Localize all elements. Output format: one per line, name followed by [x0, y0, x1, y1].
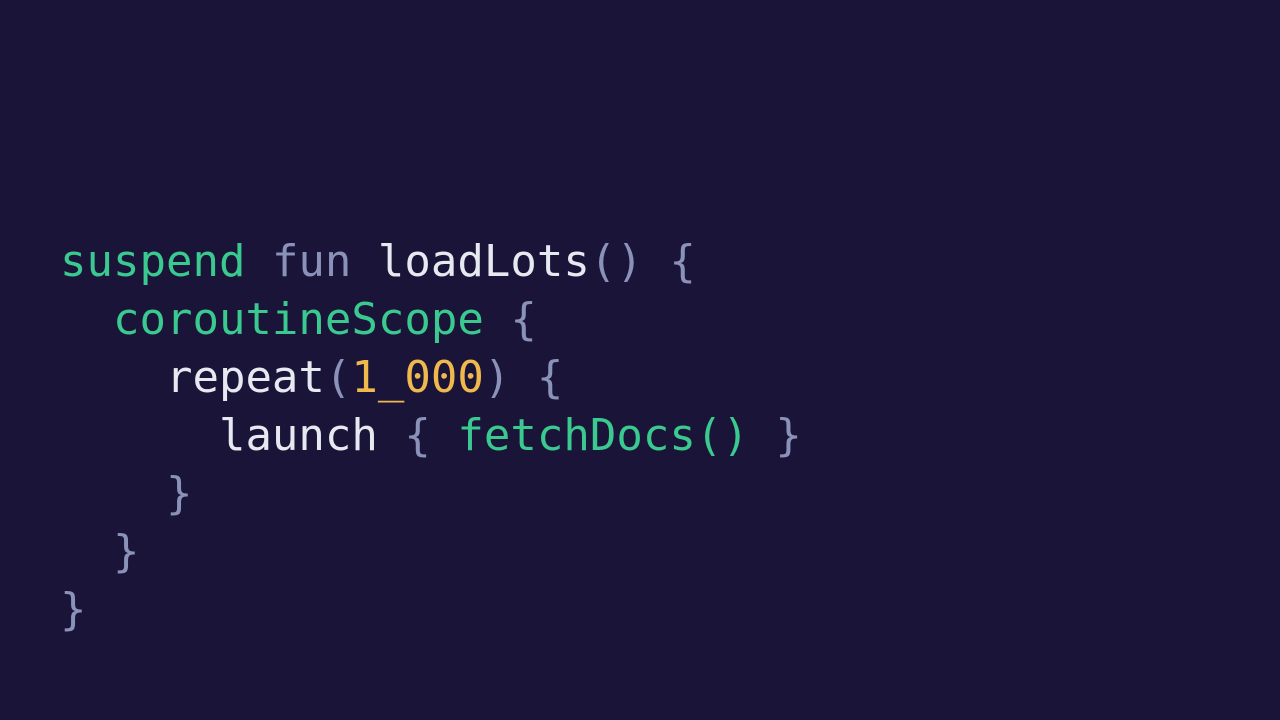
code-line-7: } — [60, 584, 87, 635]
paren-close: ) — [484, 352, 511, 403]
brace-close: } — [60, 584, 87, 635]
brace-open: { — [404, 410, 431, 461]
code-line-4: launch { fetchDocs() } — [60, 410, 802, 461]
parentheses: () — [590, 236, 643, 287]
fetch-docs-call: fetchDocs — [457, 410, 695, 461]
launch-call: launch — [219, 410, 378, 461]
keyword-suspend: suspend — [60, 236, 245, 287]
code-line-5: } — [60, 468, 192, 519]
brace-open: { — [537, 352, 564, 403]
code-line-1: suspend fun loadLots() { — [60, 236, 696, 287]
paren-open: ( — [325, 352, 352, 403]
repeat-call: repeat — [166, 352, 325, 403]
code-snippet: suspend fun loadLots() { coroutineScope … — [60, 175, 802, 639]
brace-open: { — [510, 294, 537, 345]
brace-close: } — [166, 468, 193, 519]
number-literal: 1_000 — [351, 352, 483, 403]
code-line-3: repeat(1_000) { — [60, 352, 563, 403]
keyword-fun: fun — [272, 236, 351, 287]
coroutine-scope-call: coroutineScope — [113, 294, 484, 345]
brace-open: { — [669, 236, 696, 287]
code-line-2: coroutineScope { — [60, 294, 537, 345]
code-line-6: } — [60, 526, 139, 577]
brace-close: } — [775, 410, 802, 461]
function-name: loadLots — [378, 236, 590, 287]
parentheses: () — [696, 410, 749, 461]
brace-close: } — [113, 526, 140, 577]
